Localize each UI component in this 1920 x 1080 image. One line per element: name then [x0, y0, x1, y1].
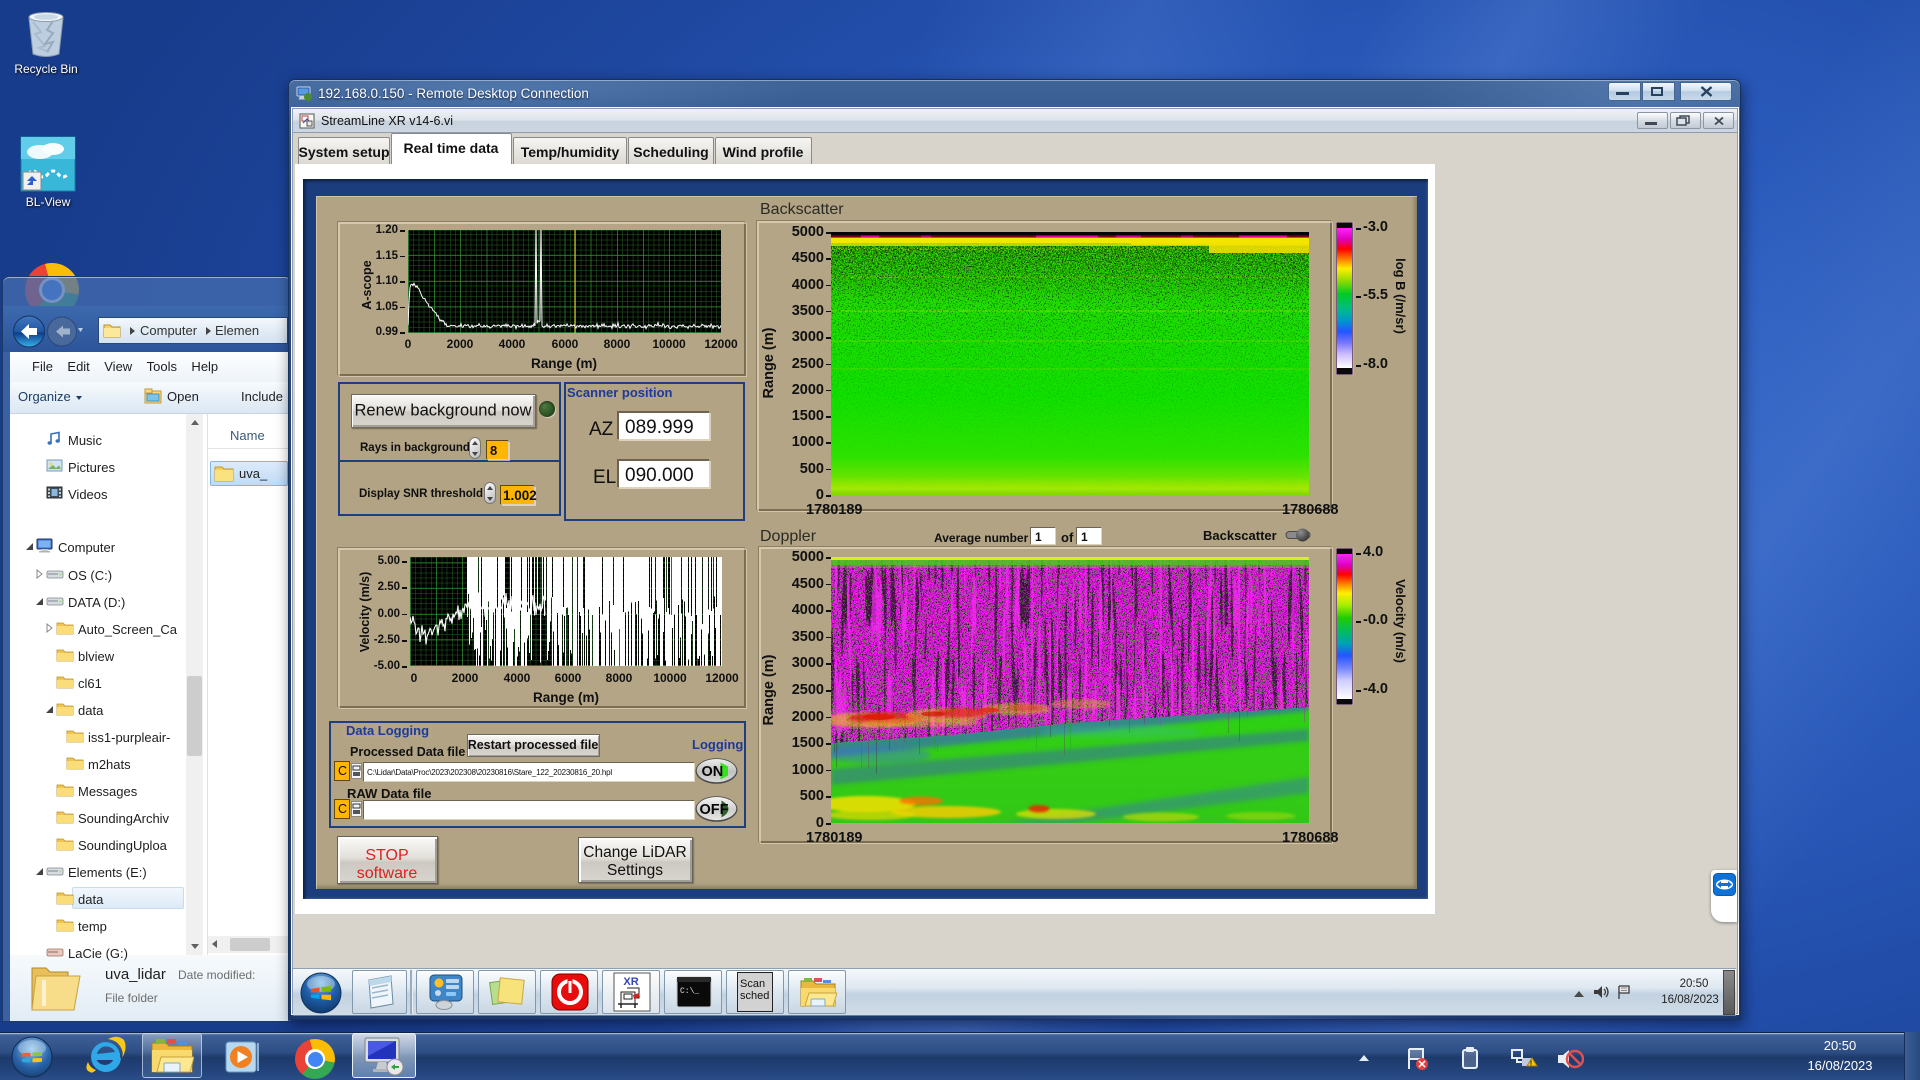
svg-text:OFF: OFF	[700, 802, 729, 818]
svg-text:ON: ON	[702, 764, 724, 780]
svg-text:C:\_: C:\_	[680, 987, 699, 996]
svg-text:XR: XR	[623, 976, 638, 988]
svg-text:!: !	[1530, 1061, 1532, 1068]
